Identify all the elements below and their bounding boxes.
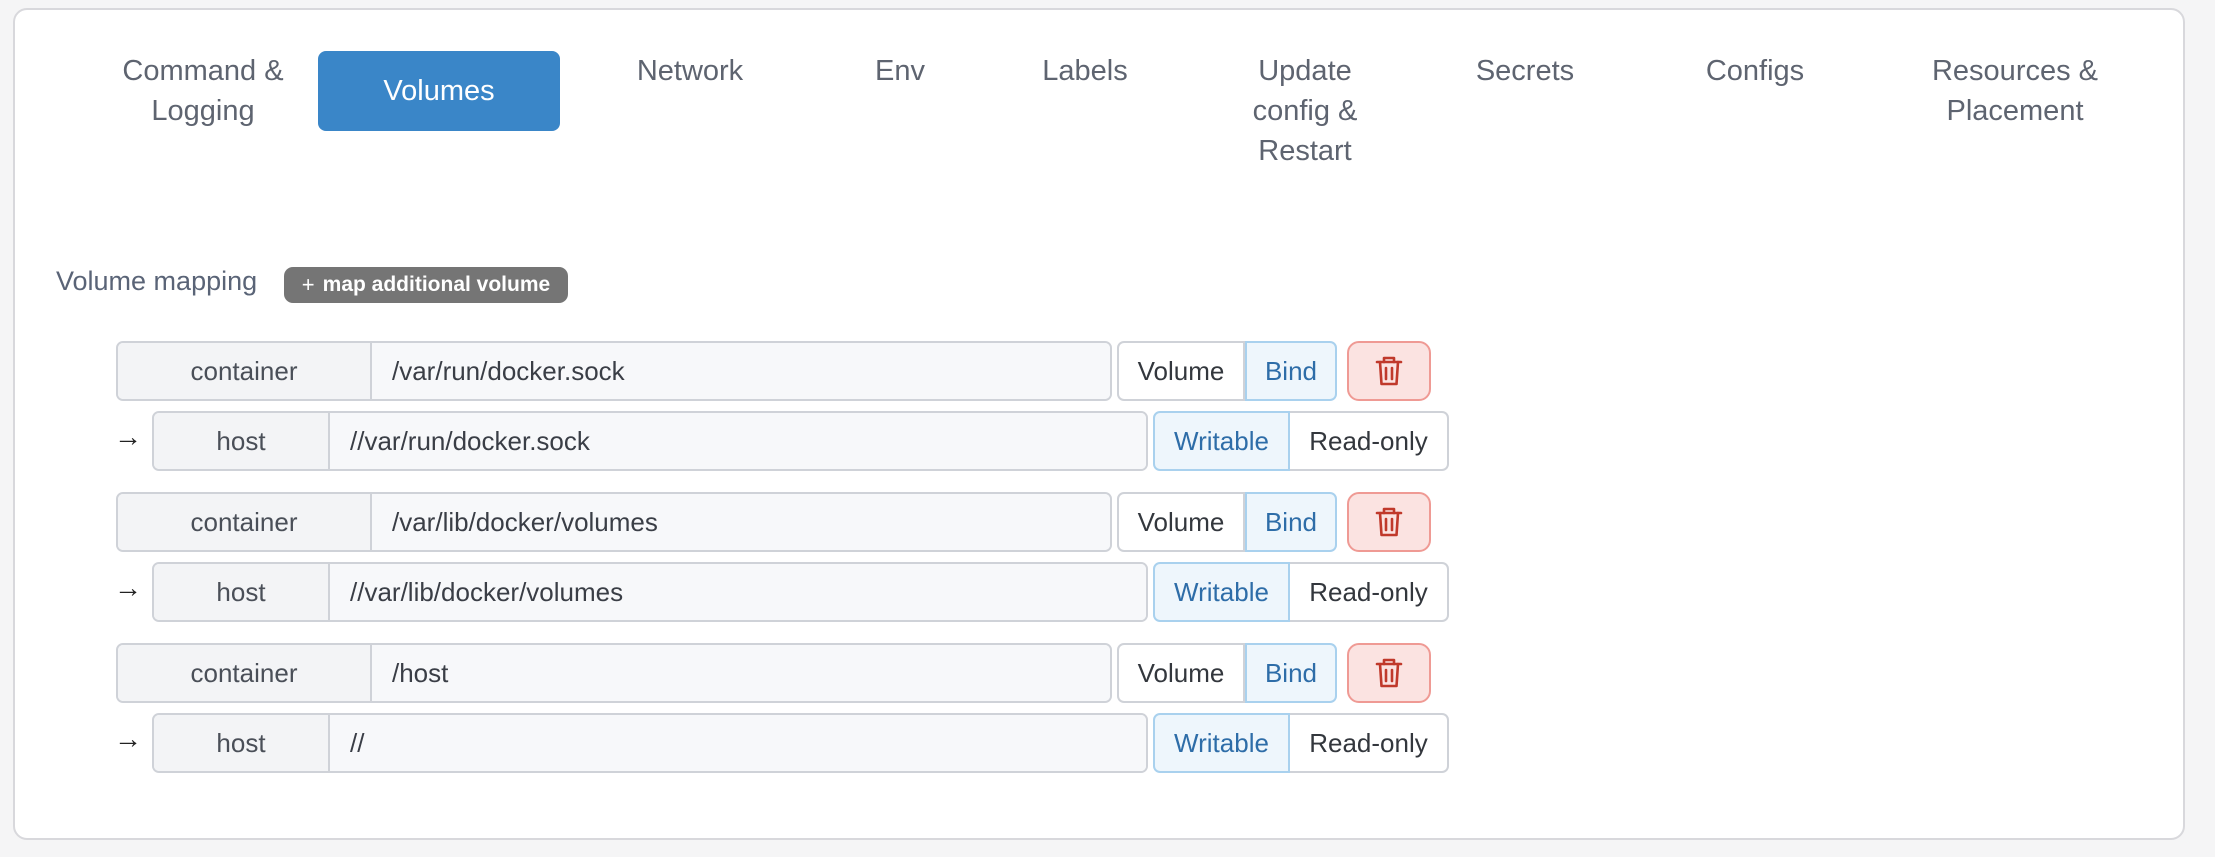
read-only-button[interactable]: Read-only	[1290, 562, 1449, 622]
trash-icon	[1375, 658, 1403, 688]
remove-volume-button[interactable]	[1347, 492, 1431, 552]
writable-button[interactable]: Writable	[1153, 562, 1290, 622]
bind-type-button[interactable]: Bind	[1245, 643, 1337, 703]
service-settings-panel: Command & Logging Volumes Network Env La…	[13, 8, 2185, 840]
host-path-group: host //	[152, 713, 1148, 773]
volume-type-button[interactable]: Volume	[1117, 492, 1245, 552]
tab-update-config-restart[interactable]: Update config & Restart	[1205, 51, 1405, 167]
container-row: container /var/run/docker.sock Volume Bi…	[15, 341, 2183, 401]
container-addon: container	[118, 645, 372, 701]
container-addon: container	[118, 343, 372, 399]
tab-env[interactable]: Env	[815, 51, 985, 131]
volume-type-button[interactable]: Volume	[1117, 643, 1245, 703]
map-additional-volume-button[interactable]: + map additional volume	[284, 267, 568, 303]
read-only-button[interactable]: Read-only	[1290, 411, 1449, 471]
volume-type-button[interactable]: Volume	[1117, 341, 1245, 401]
arrow-right-icon: →	[114, 421, 142, 452]
tab-label: Update config & Restart	[1252, 55, 1358, 167]
tab-labels[interactable]: Labels	[985, 51, 1185, 131]
tab-label: Labels	[1042, 55, 1128, 87]
host-path-input[interactable]: //var/lib/docker/volumes	[330, 564, 1146, 620]
access-mode-toggle: Writable Read-only	[1153, 562, 1449, 622]
container-path-input[interactable]: /var/run/docker.sock	[372, 343, 1110, 399]
container-addon: container	[118, 494, 372, 550]
volume-mapping-label: Volume mapping	[56, 266, 258, 296]
access-mode-toggle: Writable Read-only	[1153, 411, 1449, 471]
container-path-group: container /host	[116, 643, 1112, 703]
tab-label: Resources & Placement	[1931, 55, 2098, 127]
container-row: container /var/lib/docker/volumes Volume…	[15, 492, 2183, 552]
host-row: → host //var/lib/docker/volumes Writable…	[15, 562, 2183, 622]
plus-icon: +	[301, 272, 315, 297]
tab-label: Command & Logging	[122, 55, 284, 127]
tab-label: Network	[636, 55, 744, 87]
tab-label: Volumes	[383, 75, 495, 107]
host-row: → host // Writable Read-only	[15, 713, 2183, 773]
tab-label: Env	[875, 55, 925, 87]
read-only-button[interactable]: Read-only	[1290, 713, 1449, 773]
tab-resources-placement[interactable]: Resources & Placement	[1885, 51, 2145, 131]
container-path-input[interactable]: /var/lib/docker/volumes	[372, 494, 1110, 550]
tab-network[interactable]: Network	[575, 51, 805, 131]
volume-type-toggle: Volume Bind	[1117, 341, 1337, 401]
arrow-right-icon: →	[114, 723, 142, 754]
host-addon: host	[154, 564, 330, 620]
tab-volumes[interactable]: Volumes	[318, 51, 560, 131]
access-mode-toggle: Writable Read-only	[1153, 713, 1449, 773]
host-path-group: host //var/lib/docker/volumes	[152, 562, 1148, 622]
container-path-group: container /var/lib/docker/volumes	[116, 492, 1112, 552]
tab-bar: Command & Logging Volumes Network Env La…	[15, 10, 2183, 210]
volume-type-toggle: Volume Bind	[1117, 492, 1337, 552]
volume-type-toggle: Volume Bind	[1117, 643, 1337, 703]
container-path-group: container /var/run/docker.sock	[116, 341, 1112, 401]
remove-volume-button[interactable]	[1347, 643, 1431, 703]
bind-type-button[interactable]: Bind	[1245, 492, 1337, 552]
arrow-right-icon: →	[114, 572, 142, 603]
host-path-input[interactable]: //var/run/docker.sock	[330, 413, 1146, 469]
remove-volume-button[interactable]	[1347, 341, 1431, 401]
bind-type-button[interactable]: Bind	[1245, 341, 1337, 401]
tab-label: Configs	[1705, 55, 1805, 87]
writable-button[interactable]: Writable	[1153, 713, 1290, 773]
container-row: container /host Volume Bind	[15, 643, 2183, 703]
tab-configs[interactable]: Configs	[1655, 51, 1855, 131]
host-row: → host //var/run/docker.sock Writable Re…	[15, 411, 2183, 471]
tab-secrets[interactable]: Secrets	[1425, 51, 1625, 131]
writable-button[interactable]: Writable	[1153, 411, 1290, 471]
host-path-group: host //var/run/docker.sock	[152, 411, 1148, 471]
host-path-input[interactable]: //	[330, 715, 1146, 771]
container-path-input[interactable]: /host	[372, 645, 1110, 701]
trash-icon	[1375, 507, 1403, 537]
tab-label: Secrets	[1475, 55, 1575, 87]
trash-icon	[1375, 356, 1403, 386]
host-addon: host	[154, 413, 330, 469]
host-addon: host	[154, 715, 330, 771]
tab-command-logging[interactable]: Command & Logging	[93, 51, 313, 131]
add-button-label: map additional volume	[322, 273, 551, 296]
